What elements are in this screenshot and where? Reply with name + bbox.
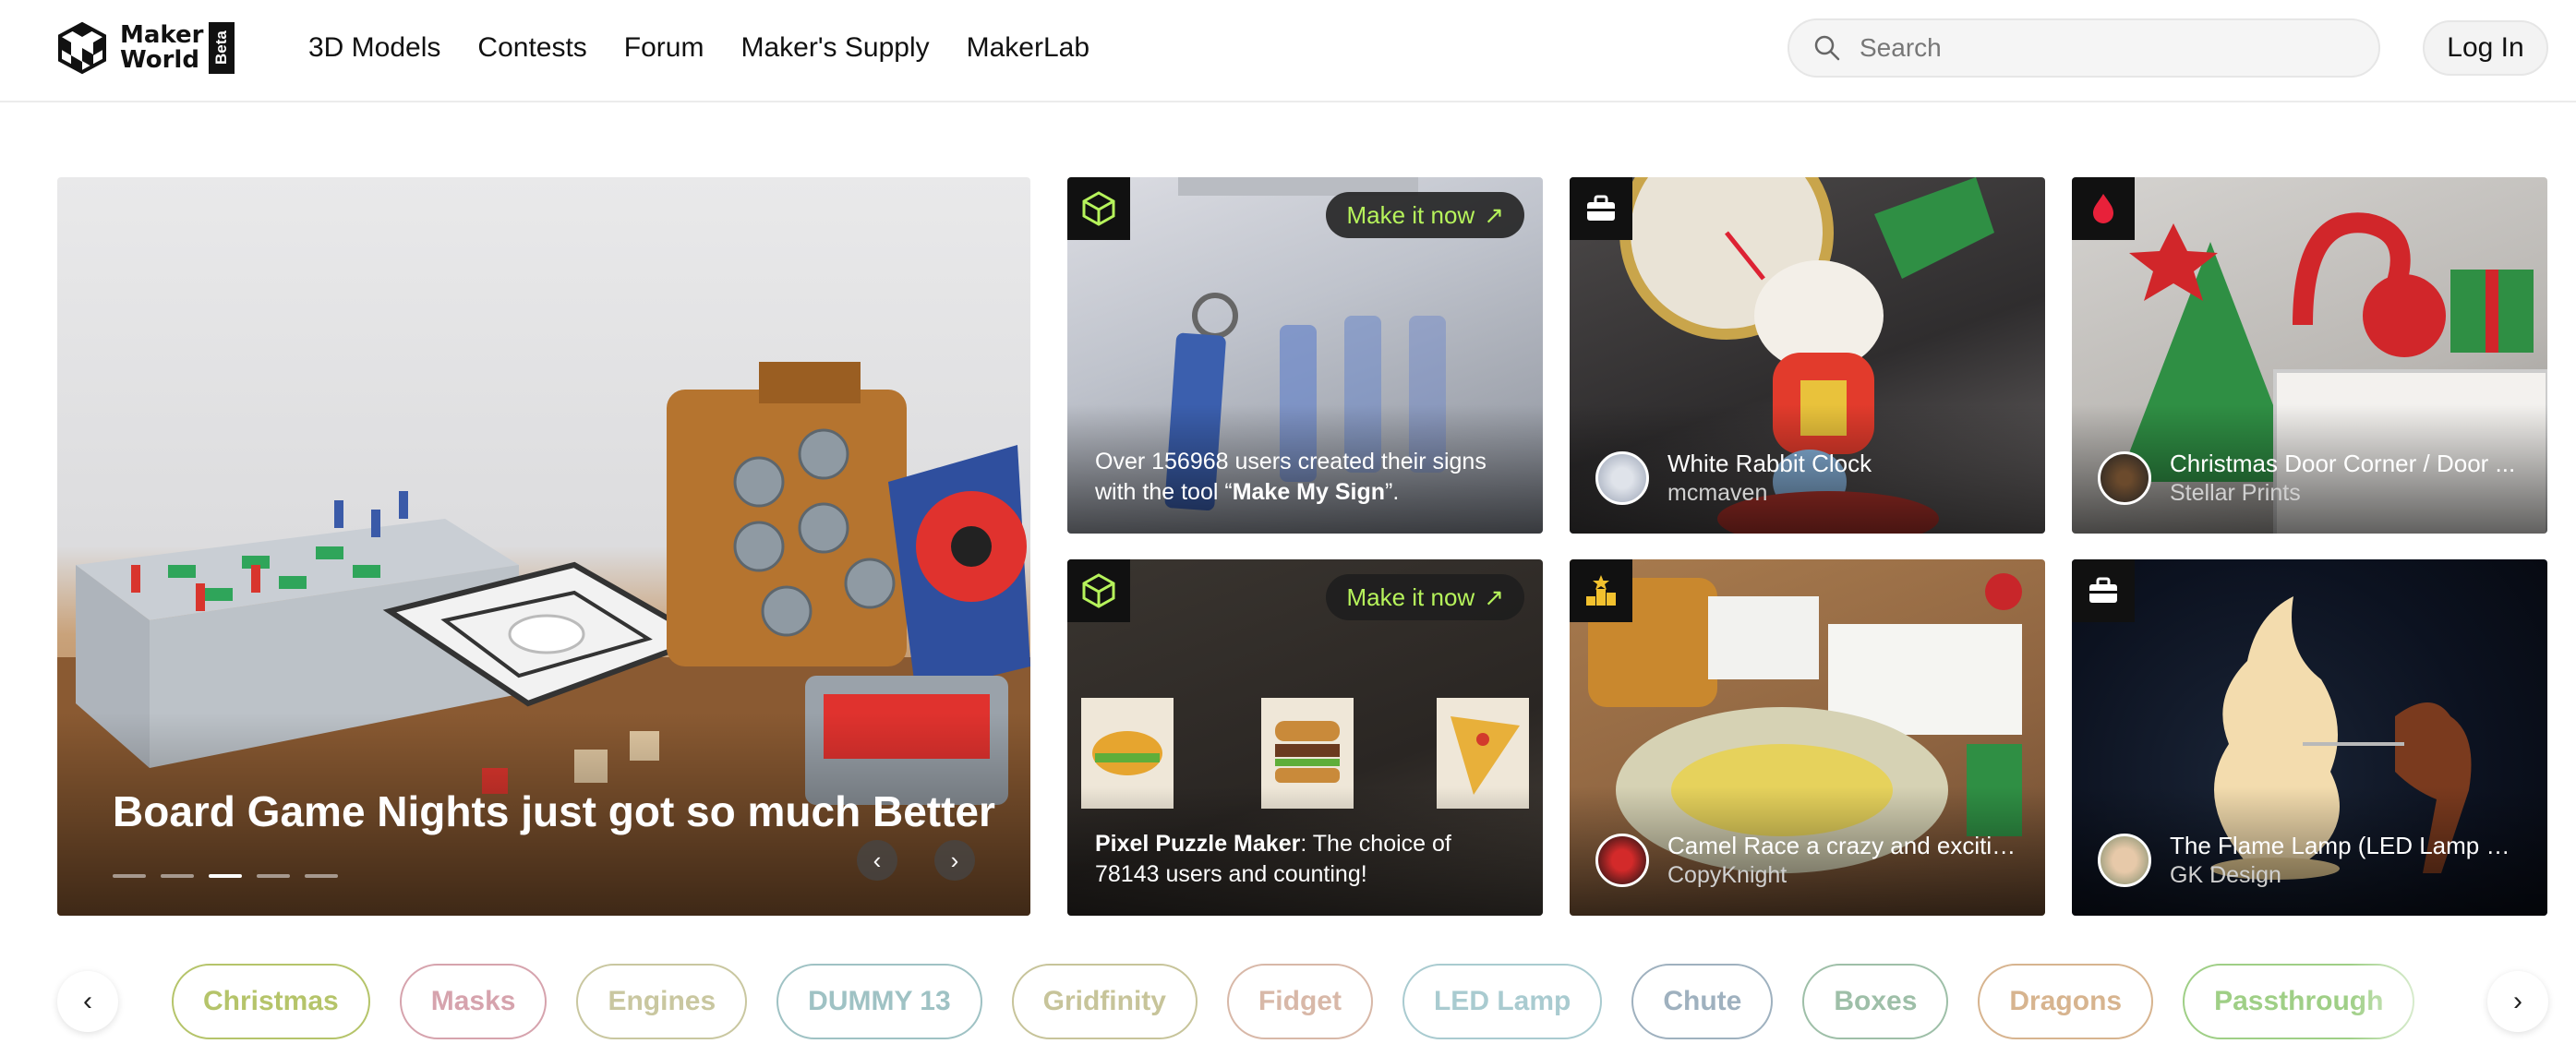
- model-card-white-rabbit-clock[interactable]: White Rabbit Clock mcmaven: [1570, 177, 2045, 534]
- tool-name: Make My Sign: [1232, 479, 1386, 505]
- carousel-dot-4[interactable]: [257, 874, 290, 878]
- logo-line-2: World: [120, 46, 199, 74]
- tag-chip[interactable]: Masks: [399, 964, 548, 1039]
- makerlab-badge: [1067, 559, 1130, 622]
- search-input[interactable]: [1860, 33, 2340, 63]
- beta-badge: Beta: [209, 22, 235, 74]
- staff-pick-badge: [1570, 177, 1632, 240]
- contest-badge: [1570, 559, 1632, 622]
- makerlab-badge: [1067, 177, 1130, 240]
- tag-chip[interactable]: Gridfinity: [1011, 964, 1198, 1039]
- cube-icon: [1082, 573, 1115, 608]
- model-meta: The Flame Lamp (LED Lamp Kit... GK Desig…: [2098, 831, 2521, 890]
- tag-chip[interactable]: Engines: [576, 964, 748, 1039]
- flame-icon: [2093, 194, 2113, 223]
- make-it-now-label: Make it now: [1346, 582, 1475, 611]
- chevron-left-icon: ‹: [873, 846, 882, 874]
- hero-carousel[interactable]: Board Game Nights just got so much Bette…: [57, 177, 1030, 916]
- cube-icon: [1082, 191, 1115, 226]
- hero-title[interactable]: Board Game Nights just got so much Bette…: [113, 786, 995, 836]
- login-button[interactable]: Log In: [2423, 20, 2548, 76]
- nav-makerlab[interactable]: MakerLab: [967, 28, 1089, 68]
- avatar[interactable]: [1595, 834, 1649, 887]
- avatar[interactable]: [2098, 834, 2151, 887]
- author-name[interactable]: mcmaven: [1667, 478, 2018, 508]
- search-box[interactable]: [1788, 18, 2380, 78]
- carousel-prev-button[interactable]: ‹: [857, 840, 897, 881]
- carousel-dot-5[interactable]: [305, 874, 338, 878]
- tag-chip[interactable]: Chute: [1631, 964, 1774, 1039]
- model-card-flame-lamp[interactable]: The Flame Lamp (LED Lamp Kit... GK Desig…: [2072, 559, 2547, 916]
- logo-wordmark: Maker World: [120, 23, 203, 73]
- model-meta: Camel Race a crazy and excitin... CopyKn…: [1595, 831, 2018, 890]
- author-name[interactable]: GK Design: [2170, 860, 2521, 890]
- tag-chip[interactable]: Dragons: [1978, 964, 2154, 1039]
- tag-chip[interactable]: LED Lamp: [1402, 964, 1603, 1039]
- nav-3d-models[interactable]: 3D Models: [308, 28, 440, 68]
- tag-chip[interactable]: DUMMY 13: [776, 964, 982, 1039]
- staff-pick-badge: [2072, 559, 2135, 622]
- toolbox-icon: [2089, 577, 2117, 603]
- trophy-icon: [1586, 575, 1616, 606]
- carousel-dot-1[interactable]: [113, 874, 146, 878]
- make-it-now-button[interactable]: Make it now ↗: [1326, 574, 1524, 620]
- tags-prev-button[interactable]: ‹: [57, 971, 118, 1032]
- model-card-camel-race[interactable]: Camel Race a crazy and excitin... CopyKn…: [1570, 559, 2045, 916]
- tag-chip[interactable]: Boxes: [1802, 964, 1949, 1039]
- carousel-dot-3[interactable]: [209, 874, 242, 878]
- carousel-dots: [113, 874, 338, 878]
- logo-line-1: Maker: [120, 21, 204, 49]
- avatar[interactable]: [1595, 451, 1649, 505]
- tool-description: Pixel Puzzle Maker: The choice of 78143 …: [1095, 831, 1451, 887]
- avatar[interactable]: [2098, 451, 2151, 505]
- tool-card-pixel-puzzle-maker[interactable]: Make it now ↗ Pixel Puzzle Maker: The ch…: [1067, 559, 1543, 916]
- tags-next-button[interactable]: ›: [2487, 971, 2548, 1032]
- logo-cube-icon: [58, 21, 106, 75]
- carousel-next-button[interactable]: ›: [934, 840, 975, 881]
- hot-badge: [2072, 177, 2135, 240]
- arrow-up-right-icon: ↗: [1484, 200, 1504, 229]
- make-it-now-button[interactable]: Make it now ↗: [1326, 192, 1524, 238]
- makerworld-logo[interactable]: Maker World Beta: [55, 20, 235, 76]
- tag-carousel: ‹ Christmas Masks Engines DUMMY 13 Gridfinit…: [57, 960, 2548, 1043]
- tool-description: Over 156968 users created their signs wi…: [1095, 449, 1487, 505]
- carousel-dot-2[interactable]: [161, 874, 194, 878]
- model-title[interactable]: Camel Race a crazy and excitin...: [1667, 831, 2018, 860]
- tool-name: Pixel Puzzle Maker: [1095, 831, 1301, 857]
- tag-chip[interactable]: Fidget: [1226, 964, 1373, 1039]
- toolbox-icon: [1587, 195, 1615, 221]
- model-title[interactable]: Christmas Door Corner / Door ...: [2170, 449, 2521, 478]
- chevron-left-icon: ‹: [83, 986, 92, 1016]
- nav-contests[interactable]: Contests: [477, 28, 586, 68]
- chevron-right-icon: ›: [2513, 986, 2522, 1016]
- tag-list: Christmas Masks Engines DUMMY 13 Gridfinity F…: [172, 964, 2425, 1039]
- nav-makers-supply[interactable]: Maker's Supply: [740, 28, 929, 68]
- make-it-now-label: Make it now: [1346, 200, 1475, 229]
- model-meta: Christmas Door Corner / Door ... Stellar…: [2098, 449, 2521, 508]
- author-name[interactable]: Stellar Prints: [2170, 478, 2521, 508]
- tool-card-make-my-sign[interactable]: Make it now ↗ Over 156968 users created …: [1067, 177, 1543, 534]
- model-card-christmas-door-corner[interactable]: Christmas Door Corner / Door ... Stellar…: [2072, 177, 2547, 534]
- chevron-right-icon: ›: [950, 846, 959, 874]
- top-navbar: Maker World Beta 3D Models Contests Foru…: [0, 0, 2576, 102]
- model-title[interactable]: White Rabbit Clock: [1667, 449, 2018, 478]
- arrow-up-right-icon: ↗: [1484, 582, 1504, 611]
- model-meta: White Rabbit Clock mcmaven: [1595, 449, 2018, 508]
- tag-chip[interactable]: Christmas: [172, 964, 370, 1039]
- main-nav: 3D Models Contests Forum Maker's Supply …: [308, 28, 1089, 68]
- search-icon: [1814, 35, 1840, 61]
- author-name[interactable]: CopyKnight: [1667, 860, 2018, 890]
- model-title[interactable]: The Flame Lamp (LED Lamp Kit...: [2170, 831, 2521, 860]
- nav-forum[interactable]: Forum: [624, 28, 704, 68]
